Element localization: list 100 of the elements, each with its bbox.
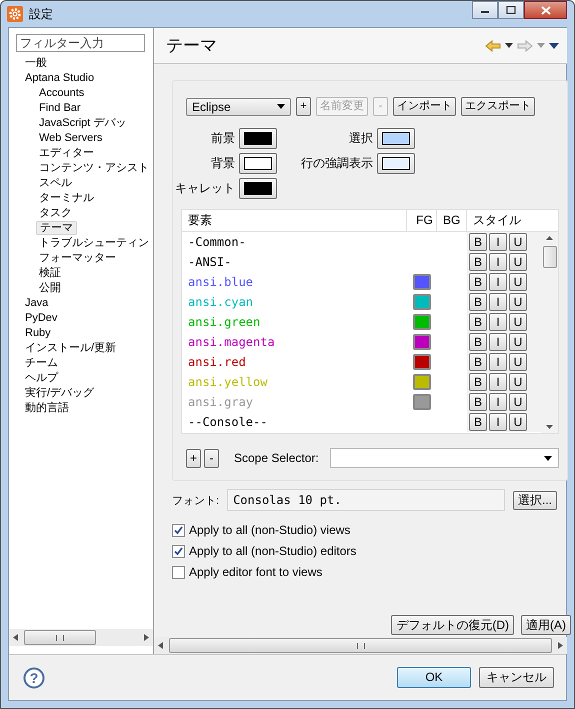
scroll-left-icon[interactable] xyxy=(13,634,18,641)
tree-item[interactable]: 動的言語 xyxy=(22,402,72,414)
color-swatch[interactable] xyxy=(413,294,431,310)
style-toggle-button[interactable]: B xyxy=(469,273,487,291)
tree-item[interactable]: インストール/更新 xyxy=(22,342,120,354)
element-name[interactable]: -Common- xyxy=(182,235,407,249)
tree-item[interactable]: 公開 xyxy=(36,282,64,294)
scroll-right-icon[interactable] xyxy=(558,642,563,649)
style-toggle-button[interactable]: I xyxy=(489,373,507,391)
scroll-left-icon[interactable] xyxy=(158,642,163,649)
tree-item[interactable]: Find Bar xyxy=(36,102,84,114)
checkbox[interactable] xyxy=(172,566,185,578)
style-toggle-button[interactable]: B xyxy=(469,353,487,371)
element-name[interactable]: ansi.magenta xyxy=(182,335,407,349)
style-toggle-button[interactable]: B xyxy=(469,233,487,251)
style-toggle-button[interactable]: B xyxy=(469,333,487,351)
color-swatch[interactable] xyxy=(413,394,431,410)
filter-field[interactable]: フィルター入力 xyxy=(16,34,145,52)
style-toggle-button[interactable]: B xyxy=(469,313,487,331)
restore-defaults-button[interactable]: デフォルトの復元(D) xyxy=(391,615,514,635)
tree-item[interactable]: ヘルプ xyxy=(22,372,61,384)
dropdown-icon[interactable] xyxy=(505,43,513,48)
style-toggle-button[interactable]: U xyxy=(509,233,527,251)
color-picker-button[interactable] xyxy=(377,153,415,174)
vertical-scrollbar[interactable] xyxy=(541,232,558,433)
scroll-up-icon[interactable] xyxy=(546,236,553,240)
tree-item[interactable]: Java xyxy=(22,297,52,309)
theme-dropdown[interactable]: Eclipse xyxy=(186,98,291,116)
element-name[interactable]: ansi.red xyxy=(182,355,407,369)
color-picker-button[interactable] xyxy=(377,128,415,149)
checkbox[interactable] xyxy=(172,524,185,536)
help-icon[interactable]: ? xyxy=(23,666,45,688)
color-swatch[interactable] xyxy=(413,374,431,390)
style-toggle-button[interactable]: U xyxy=(509,253,527,271)
tree-item[interactable]: トラブルシューティン xyxy=(36,237,152,249)
style-toggle-button[interactable]: U xyxy=(509,313,527,331)
export-button[interactable]: エクスポート xyxy=(461,97,535,116)
style-toggle-button[interactable]: I xyxy=(489,313,507,331)
minimize-button[interactable] xyxy=(472,1,498,19)
element-name[interactable]: ansi.blue xyxy=(182,275,407,289)
color-picker-button[interactable] xyxy=(239,128,277,149)
style-toggle-button[interactable]: U xyxy=(509,393,527,411)
color-picker-button[interactable] xyxy=(239,178,277,199)
style-toggle-button[interactable]: U xyxy=(509,373,527,391)
color-swatch[interactable] xyxy=(413,274,431,290)
style-toggle-button[interactable]: U xyxy=(509,353,527,371)
tree-item[interactable]: チーム xyxy=(22,357,61,369)
tree-item[interactable]: Accounts xyxy=(36,87,88,99)
style-toggle-button[interactable]: B xyxy=(469,293,487,311)
style-toggle-button[interactable]: I xyxy=(489,293,507,311)
maximize-button[interactable] xyxy=(498,1,524,19)
color-picker-button[interactable] xyxy=(239,153,277,174)
tree-item[interactable]: フォーマッター xyxy=(36,252,119,264)
scroll-down-icon[interactable] xyxy=(546,425,553,429)
tree-item[interactable]: ターミナル xyxy=(36,192,97,204)
select-font-button[interactable]: 選択... xyxy=(512,490,557,510)
tree-item[interactable]: スペル xyxy=(36,177,75,189)
style-toggle-button[interactable]: B xyxy=(469,393,487,411)
style-toggle-button[interactable]: B xyxy=(469,373,487,391)
remove-button[interactable]: - xyxy=(204,448,219,468)
apply-button[interactable]: 適用(A) xyxy=(521,615,571,635)
color-swatch[interactable] xyxy=(413,354,431,370)
tree-item[interactable]: Aptana Studio xyxy=(22,72,98,84)
scroll-right-icon[interactable] xyxy=(144,634,149,641)
style-toggle-button[interactable]: B xyxy=(469,413,487,431)
import-button[interactable]: インポート xyxy=(393,97,456,116)
style-toggle-button[interactable]: U xyxy=(509,293,527,311)
color-swatch[interactable] xyxy=(413,314,431,330)
style-toggle-button[interactable]: I xyxy=(489,253,507,271)
tree-item[interactable]: Ruby xyxy=(22,327,54,339)
horizontal-scrollbar[interactable] xyxy=(154,637,567,654)
tree-item[interactable]: テーマ xyxy=(36,221,77,235)
close-button[interactable] xyxy=(524,1,567,19)
color-swatch[interactable] xyxy=(413,334,431,350)
add-button[interactable]: + xyxy=(186,448,201,468)
tree-item[interactable]: Web Servers xyxy=(36,132,106,144)
dialog-button[interactable]: OK xyxy=(397,667,471,688)
tree-item[interactable]: 一般 xyxy=(22,57,50,69)
element-name[interactable]: --Console-- xyxy=(182,415,407,429)
style-toggle-button[interactable]: I xyxy=(489,273,507,291)
add-button[interactable]: + xyxy=(296,97,311,116)
tree-item[interactable]: JavaScript デバッ xyxy=(36,117,130,129)
tree-item[interactable]: コンテンツ・アシスト xyxy=(36,162,152,174)
style-toggle-button[interactable]: I xyxy=(489,333,507,351)
tree-item[interactable]: エディター xyxy=(36,147,97,159)
scrollbar-thumb[interactable] xyxy=(542,246,556,268)
tree-item[interactable]: タスク xyxy=(36,207,75,219)
menu-icon[interactable] xyxy=(549,42,559,48)
horizontal-scrollbar[interactable] xyxy=(9,629,153,646)
tree-item[interactable]: PyDev xyxy=(22,312,60,324)
style-toggle-button[interactable]: I xyxy=(489,393,507,411)
style-toggle-button[interactable]: B xyxy=(469,253,487,271)
style-toggle-button[interactable]: U xyxy=(509,273,527,291)
style-toggle-button[interactable]: I xyxy=(489,233,507,251)
style-toggle-button[interactable]: U xyxy=(509,333,527,351)
style-toggle-button[interactable]: U xyxy=(509,413,527,431)
tree-item[interactable]: 検証 xyxy=(36,267,64,279)
checkbox[interactable] xyxy=(172,544,185,558)
element-name[interactable]: -ANSI- xyxy=(182,255,407,269)
tree-item[interactable]: 実行/デバッグ xyxy=(22,387,98,399)
